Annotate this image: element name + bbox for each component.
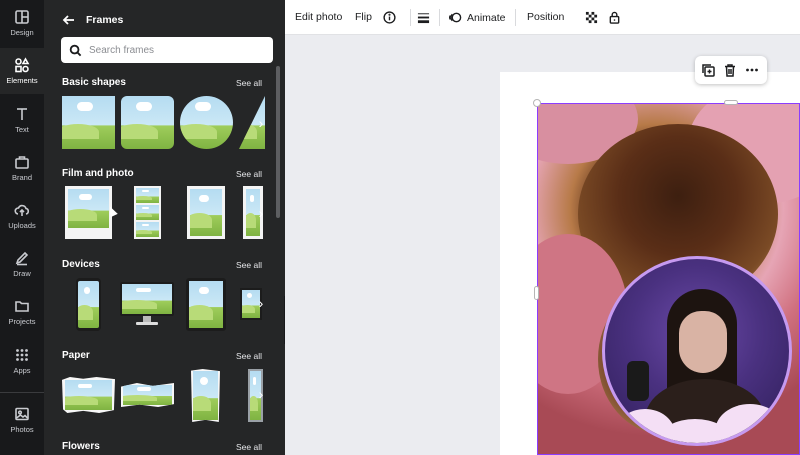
frame-photo-strip[interactable] [134,186,161,239]
brand-icon [15,156,29,169]
more-options-button[interactable] [745,63,759,77]
panel-header: Frames [62,12,123,28]
frame-circle[interactable] [180,96,233,149]
flip-button[interactable]: Flip [355,11,372,23]
rail-label: Uploads [8,221,36,230]
frame-torn-paper[interactable] [62,377,115,413]
search-input[interactable] [89,44,259,56]
rail-item-design[interactable]: Design [0,0,44,46]
frame-polaroid[interactable] [65,186,112,239]
frame-torn-strip[interactable] [121,383,174,407]
chevron-right-icon[interactable]: › [250,96,272,150]
info-icon [383,11,396,24]
rail-label: Text [15,125,29,134]
layout-icon [15,10,29,24]
chevron-right-icon[interactable]: › [250,186,272,240]
more-horizontal-icon [746,68,758,72]
back-arrow-icon[interactable] [62,13,76,27]
search-box[interactable] [61,37,273,63]
see-all-link[interactable]: See all [236,351,262,361]
border-style-button[interactable] [417,11,430,24]
text-icon [17,108,27,120]
rail-item-apps[interactable]: Apps [0,338,44,384]
chevron-right-icon[interactable]: › [250,276,272,330]
see-all-link[interactable]: See all [236,260,262,270]
rail-item-projects[interactable]: Projects [0,289,44,335]
section-title: Paper [62,350,90,361]
shapes-icon [15,57,30,73]
frame-phone[interactable] [76,278,101,331]
grid-icon [16,349,28,361]
rail-label: Draw [13,269,31,278]
resize-handle[interactable] [724,100,738,105]
rail-label: Design [10,28,34,37]
frame-torn-vertical[interactable] [191,369,220,422]
panel-title: Frames [86,14,124,26]
see-all-link[interactable]: See all [236,78,262,88]
animate-button[interactable]: Animate [449,11,506,24]
rail-item-draw[interactable]: Draw [0,241,44,287]
top-toolbar: Edit photo Flip Animate Position [285,0,800,35]
rail-label: Apps [13,366,31,375]
left-rail: Design Elements Text Brand Uploads Draw … [0,0,44,455]
section-title: Basic shapes [62,77,126,88]
animate-icon [449,12,462,23]
rail-item-brand[interactable]: Brand [0,145,44,191]
image-icon [15,407,29,421]
person-face [679,311,727,373]
rail-divider [0,392,44,393]
delete-button[interactable] [723,63,737,77]
frame-rounded-square[interactable] [121,96,174,149]
cloud-upload-icon [14,204,30,216]
panel-scrollbar[interactable] [276,66,280,218]
chevron-right-icon[interactable]: › [250,367,272,421]
rail-label: Projects [8,317,36,326]
frame-square[interactable] [62,96,115,149]
transparency-icon [585,11,598,24]
section-title: Flowers [62,441,100,452]
rail-item-uploads[interactable]: Uploads [0,193,44,239]
resize-handle[interactable] [533,99,541,107]
frame-desktop[interactable] [120,282,174,326]
trash-icon [725,64,735,77]
floating-toolbar [695,56,767,84]
search-icon [69,44,82,56]
position-button[interactable]: Position [527,11,564,23]
folder-icon [15,301,29,312]
see-all-link[interactable]: See all [236,442,262,452]
pen-icon [15,251,29,266]
duplicate-icon [702,64,715,77]
animate-label: Animate [467,11,506,24]
duplicate-button[interactable] [701,63,715,77]
lock-button[interactable] [608,11,621,24]
toolbar-divider [439,9,440,26]
lock-icon [609,11,620,24]
rail-item-photos[interactable]: Photos [0,397,44,443]
webcam-overlay [602,256,792,446]
rail-item-elements[interactable]: Elements [0,48,44,94]
info-button[interactable] [383,11,396,24]
frame-tablet[interactable] [186,278,226,331]
frames-panel: Frames Basic shapes See all › Film and p… [44,0,285,455]
microphone-icon [627,361,649,401]
transparency-button[interactable] [585,11,598,24]
section-title: Devices [62,259,100,270]
rail-item-text[interactable]: Text [0,97,44,143]
resize-handle[interactable] [534,286,539,300]
toolbar-divider [410,9,411,26]
edit-photo-button[interactable]: Edit photo [295,11,342,23]
rail-label: Brand [11,173,32,182]
section-title: Film and photo [62,168,134,179]
border-weight-icon [417,13,430,24]
rail-label: Elements [6,76,38,85]
see-all-link[interactable]: See all [236,169,262,179]
rail-label: Photos [10,425,34,434]
toolbar-divider [515,9,516,26]
frame-film[interactable] [187,186,225,239]
